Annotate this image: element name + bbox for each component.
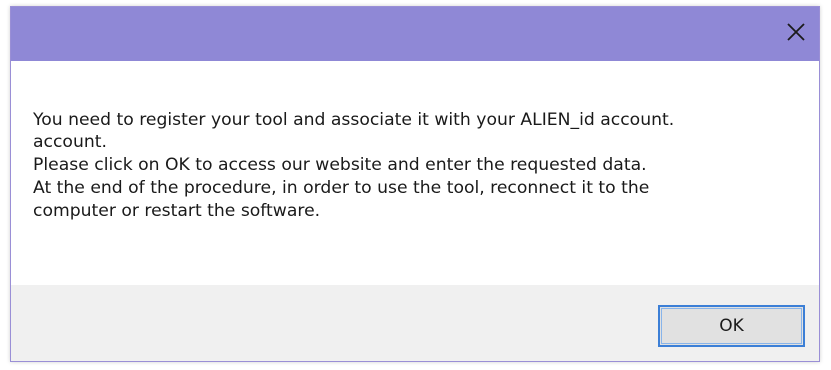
message-line: account. [33,132,107,152]
dialog-content: You need to register your tool and assoc… [11,61,819,285]
message-line: computer or restart the software. [33,201,321,221]
registration-dialog: You need to register your tool and assoc… [10,6,820,362]
message-line: You need to register your tool and assoc… [33,110,675,130]
title-bar[interactable] [11,7,819,61]
message-line: Please click on OK to access our website… [33,155,647,175]
dialog-footer: OK [11,285,819,361]
ok-button-label: OK [719,316,744,336]
message-line: At the end of the procedure, in order to… [33,178,650,198]
close-icon[interactable] [786,22,806,46]
ok-button[interactable]: OK [658,305,805,347]
dialog-message: You need to register your tool and assoc… [33,109,809,223]
close-button[interactable] [777,15,815,53]
